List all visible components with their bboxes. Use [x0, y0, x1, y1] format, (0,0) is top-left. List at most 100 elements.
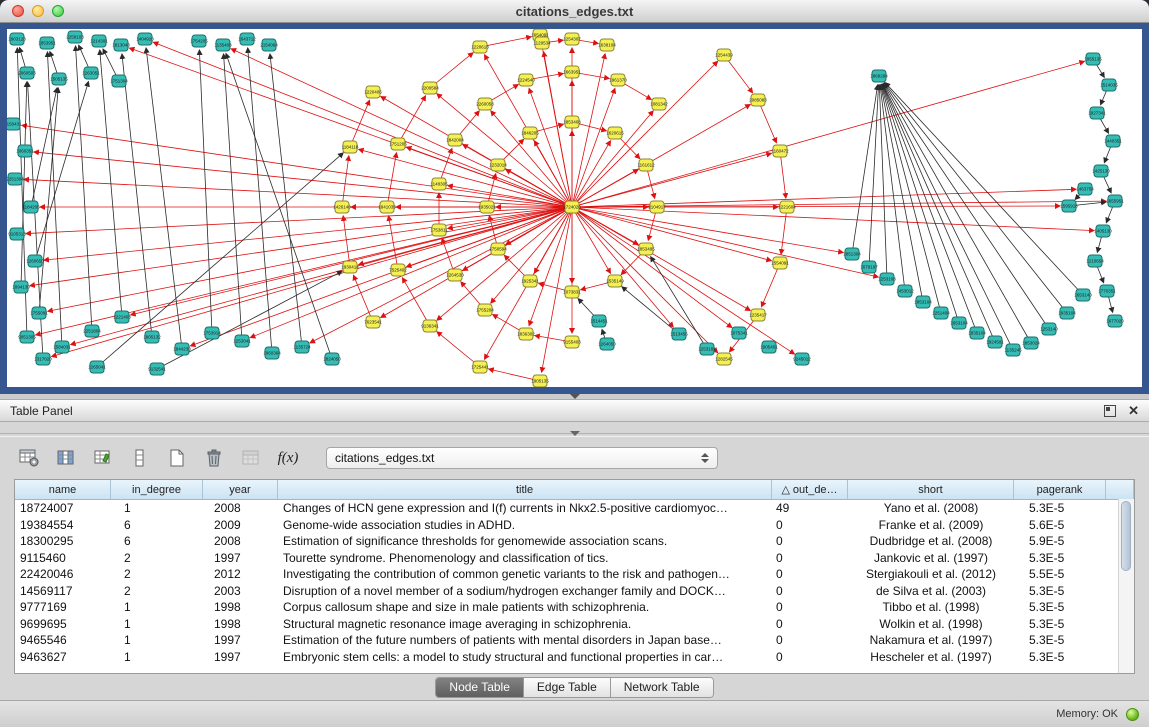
- column-header-year[interactable]: year: [203, 480, 278, 499]
- graph-node-label: 1253108: [878, 277, 896, 282]
- table-cell: 2012: [203, 566, 278, 583]
- graph-node-label: 1925341: [521, 279, 539, 284]
- graph-edge: [342, 156, 349, 207]
- table-options-button[interactable]: [16, 445, 42, 471]
- graph-node-label: 1960364: [263, 351, 281, 356]
- graph-node-label: 2200584: [421, 86, 439, 91]
- graph-node-label: 1844230: [173, 347, 191, 352]
- graph-node-label: 1750594: [489, 247, 507, 252]
- table-row[interactable]: 911546021997Tourette syndrome. Phenomeno…: [15, 550, 1134, 567]
- table-cell: 0: [772, 566, 848, 583]
- graph-node-label: 1554091: [771, 261, 789, 266]
- graph-node-label: 1853024: [1022, 341, 1040, 346]
- window-zoom-button[interactable]: [52, 5, 64, 17]
- new-table-button[interactable]: [164, 445, 190, 471]
- table-cell: 1: [111, 632, 203, 649]
- tab-edge-table[interactable]: Edge Table: [524, 678, 611, 697]
- tab-node-table[interactable]: Node Table: [436, 678, 524, 697]
- graph-node-label: 2251304: [7, 177, 24, 182]
- table-row[interactable]: 977716911998Corpus callosum shape and si…: [15, 599, 1134, 616]
- float-panel-button[interactable]: [1104, 405, 1116, 417]
- table-cell: 18300295: [15, 533, 111, 550]
- table-row[interactable]: 1456911722003Disruption of a novel membe…: [15, 583, 1134, 600]
- import-table-button[interactable]: [238, 445, 264, 471]
- graph-node-label: 1653140: [1074, 293, 1092, 298]
- graph-node-label: 1232014: [489, 163, 507, 168]
- graph-edge: [129, 48, 572, 207]
- delete-table-button[interactable]: [201, 445, 227, 471]
- tab-network-table[interactable]: Network Table: [611, 678, 713, 697]
- column-button[interactable]: [127, 445, 153, 471]
- panel-splitter[interactable]: [0, 394, 1149, 399]
- graph-node-label: 1853408: [563, 120, 581, 125]
- window-minimize-button[interactable]: [32, 5, 44, 17]
- table-row[interactable]: 946362711997Embryonic stem cells: a mode…: [15, 649, 1134, 666]
- graph-node-label: 1961370: [609, 78, 627, 83]
- graph-node-label: 1135408: [214, 43, 232, 48]
- graph-node-label: 1824050: [323, 357, 341, 362]
- graph-node-label: 1514035: [1100, 83, 1118, 88]
- graph-edge: [885, 83, 1067, 313]
- column-header-filler: [1106, 480, 1134, 499]
- table-cell: 0: [772, 599, 848, 616]
- graph-edge: [224, 54, 242, 341]
- column-header-in-degree[interactable]: in_degree: [111, 480, 203, 499]
- graph-node-label: 1081342: [650, 102, 668, 107]
- graph-edge: [248, 48, 272, 353]
- memory-status-indicator[interactable]: [1126, 708, 1139, 721]
- attribute-divider[interactable]: [0, 433, 1149, 437]
- table-cell: 2: [111, 550, 203, 567]
- function-builder-button[interactable]: f(x): [275, 445, 301, 471]
- graph-node-label: 1935021: [478, 205, 496, 210]
- table-cell: 0: [772, 649, 848, 666]
- table-scrollbar[interactable]: [1118, 499, 1134, 673]
- table-row[interactable]: 946554611997Estimation of the future num…: [15, 632, 1134, 649]
- column-header-out-degree[interactable]: △ out_de…: [772, 480, 848, 499]
- table-cell: Nakamura et al. (1997): [848, 632, 1014, 649]
- table-cell: 1997: [203, 632, 278, 649]
- graph-edge: [572, 61, 718, 207]
- table-cell: 1: [111, 616, 203, 633]
- graph-node-label: 1264530: [446, 273, 464, 278]
- graph-node-label: 1584031: [53, 345, 71, 350]
- table-cell: 0: [772, 583, 848, 600]
- table-cell: 5.5E-5: [1014, 566, 1106, 583]
- table-tabs-row: Node Table Edge Table Network Table: [0, 674, 1149, 700]
- graph-node-label: 1595918: [1060, 204, 1078, 209]
- scrollbar-thumb[interactable]: [1121, 501, 1131, 571]
- table-row[interactable]: 969969511998Structural magnetic resonanc…: [15, 616, 1134, 633]
- column-header-name[interactable]: name: [15, 480, 111, 499]
- edit-columns-button[interactable]: [90, 445, 116, 471]
- table-cell: 5.3E-5: [1014, 550, 1106, 567]
- window-close-button[interactable]: [12, 5, 24, 17]
- table-cell: Structural magnetic resonance image aver…: [278, 616, 772, 633]
- graph-node-label: 1405130: [1094, 229, 1112, 234]
- close-panel-button[interactable]: ✕: [1128, 404, 1139, 417]
- divider-handle-icon[interactable]: [570, 431, 580, 436]
- graph-node-label: 1754205: [190, 39, 208, 44]
- graph-node-label: 1643712: [238, 37, 256, 42]
- show-columns-button[interactable]: [53, 445, 79, 471]
- graph-canvas[interactable]: 1724020185340816206151161612210491718534…: [7, 29, 1142, 387]
- column-header-short[interactable]: short: [848, 480, 1014, 499]
- table-row[interactable]: 2242004622012Investigating the contribut…: [15, 566, 1134, 583]
- graph-edge: [572, 104, 750, 207]
- table-header-row: name in_degree year title △ out_de… shor…: [15, 480, 1134, 500]
- table-row[interactable]: 1872400712008Changes of HCN gene express…: [15, 500, 1134, 517]
- table-row[interactable]: 1830029562008Estimation of significance …: [15, 533, 1134, 550]
- table-cell: 6: [111, 517, 203, 534]
- graph-edge: [47, 52, 62, 347]
- table-cell: 5.3E-5: [1014, 599, 1106, 616]
- table-row[interactable]: 1938455462009Genome-wide association stu…: [15, 517, 1134, 534]
- window-titlebar[interactable]: citations_edges.txt: [0, 0, 1149, 23]
- table-cell: Corpus callosum shape and size in male p…: [278, 599, 772, 616]
- table-cell: 9699695: [15, 616, 111, 633]
- column-header-title[interactable]: title: [278, 480, 772, 499]
- splitter-handle-icon[interactable]: [570, 394, 580, 399]
- graph-node-label: 1853951: [38, 41, 56, 46]
- column-header-pagerank[interactable]: pagerank: [1014, 480, 1106, 499]
- table-source-dropdown[interactable]: citations_edges.txt: [326, 447, 718, 469]
- table-cell: 0: [772, 517, 848, 534]
- graph-edge: [882, 84, 977, 333]
- graph-node-label: 1751205: [389, 142, 407, 147]
